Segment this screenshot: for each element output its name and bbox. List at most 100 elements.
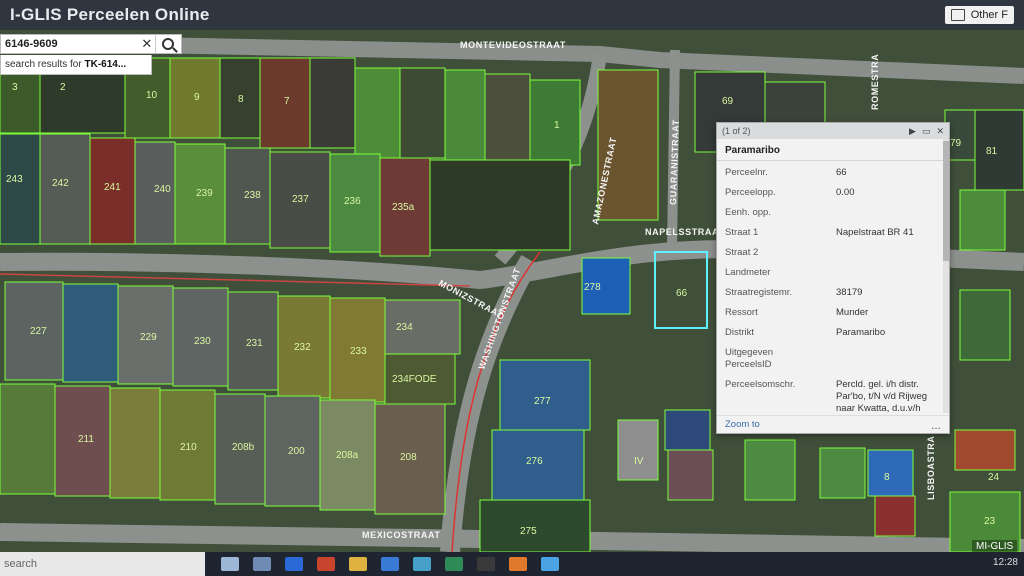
attr-value: Napelstraat BR 41 [836,227,914,238]
attr-value: 0.00 [836,187,855,198]
parcel-number: 81 [986,146,998,157]
popup-title: Paramaribo [717,139,949,161]
parcel-number: 2 [60,82,66,93]
parcel-number: 240 [154,184,171,195]
street-label-montevideo: MONTEVIDEOSTRAAT [460,40,566,50]
parcel-number: 243 [6,174,23,185]
app-icon[interactable] [509,557,527,571]
app-icon[interactable] [541,557,559,571]
edge-icon[interactable] [285,557,303,571]
clear-search-button[interactable]: ✕ [139,36,155,52]
parcel-number: 9 [194,92,200,103]
taskbar-search[interactable]: search [0,552,205,576]
parcel-number: 8 [238,94,244,105]
close-icon[interactable]: ✕ [936,126,944,137]
clock: 12:28 [992,557,1018,568]
attr-key: Distrikt [725,327,755,338]
table-row: Perceelnr. 66 [717,163,949,183]
folder-icon [950,9,965,21]
popup-header-bar: (1 of 2) ▶ ▭ ✕ [717,123,949,139]
attr-key: Straat 1 [725,227,759,238]
app-icon[interactable] [477,557,495,571]
search-button[interactable] [154,34,181,54]
parcel-number: 66 [676,288,688,299]
parcel-number: 24 [988,472,1000,483]
parcel-number: 237 [292,194,309,205]
other-favorites-button[interactable]: Other F [944,6,1014,24]
parcel-popup: (1 of 2) ▶ ▭ ✕ Paramaribo Perceelnr. 66 P… [716,122,950,434]
parcel-number: 239 [196,188,213,199]
parcel-number: 7 [284,96,290,107]
parcel-number: 23 [984,516,996,527]
parcel-number: 236 [344,196,361,207]
browser-icon[interactable] [381,557,399,571]
parcel-block-fourth [0,383,446,515]
parcel-number: 234FODE [392,374,437,385]
search-input[interactable] [1,38,139,50]
parcel-number: 242 [52,178,69,189]
attr-value [828,203,949,223]
popup-controls: ▶ ▭ ✕ [909,126,944,137]
search-icon [162,38,175,50]
attr-value [828,263,949,283]
table-row: Perceelopp. 0.00 [717,183,949,203]
powerpoint-icon[interactable] [317,557,335,571]
parcel-number: 238 [244,190,261,201]
task-view-icon[interactable] [253,557,271,571]
attr-value [828,343,949,375]
parcel-number: 275 [520,526,537,537]
file-explorer-icon[interactable] [349,557,367,571]
app-header: I-GLIS Perceelen Online Other F [0,0,1024,30]
parcel-number: 232 [294,342,311,353]
parcel-number: 69 [722,96,734,107]
search-box: ✕ [0,34,182,54]
table-row: Straat 1 Napelstraat BR 41 [717,223,949,243]
street-label-lisboa: LISBOASTRA [926,436,936,501]
popup-scroll-thumb[interactable] [943,141,949,261]
parcel-number: 208b [232,442,255,453]
attr-value: 38179 [836,287,863,298]
parcel-number: 200 [288,446,305,457]
parcel-number: 241 [104,182,121,193]
next-feature-icon[interactable]: ▶ [909,126,916,137]
attr-value [828,243,949,263]
street-label-mexico: MEXICOSTRAAT [362,530,441,540]
parcel-number: IV [634,456,644,467]
parcel-number: 8 [884,472,890,483]
suggestion-prefix: search results for [5,59,85,70]
table-row: Eenh. opp. [717,203,949,223]
parcel-number: 233 [350,346,367,357]
attr-key: Eenh. opp. [725,207,771,218]
attr-key: Perceelopp. [725,187,776,198]
attr-key: Uitgegeven PerceelsID [725,347,774,370]
taskbar-icons [221,557,559,571]
excel-icon[interactable] [445,557,463,571]
parcel-number: 278 [584,282,601,293]
attr-key: Landmeter [725,267,771,278]
parcel-number: 230 [194,336,211,347]
more-options-icon[interactable]: ... [931,418,941,432]
zoom-to-link[interactable]: Zoom to [725,419,760,430]
windows-search-icon[interactable] [221,557,239,571]
other-favorites-label: Other F [970,9,1008,21]
attr-value: Munder [836,307,869,318]
parcel-number: 208 [400,452,417,463]
street-label-napels: NAPELSSTRAAT [645,227,725,237]
attr-value: Paramaribo [836,327,886,338]
table-row: Uitgegeven PerceelsID [717,343,949,375]
attr-key: Ressort [725,307,758,318]
parcel-number: 229 [140,332,157,343]
attr-key: Perceelnr. [725,167,768,178]
maximize-icon[interactable]: ▭ [922,126,931,137]
attr-key: Straatregistemr. [725,287,793,298]
app-icon[interactable] [413,557,431,571]
parcel-number: 210 [180,442,197,453]
popup-counter: (1 of 2) [722,126,751,136]
parcel-number: 79 [950,138,962,149]
popup-footer: Zoom to ... [717,415,949,433]
parcel-number: 208a [336,450,359,461]
search-suggestion[interactable]: search results for TK-614... [0,55,152,75]
street-label-rome: ROMESTRA [870,54,880,110]
attr-key: Straat 2 [725,247,759,258]
table-row: Distrikt Paramaribo [717,323,949,343]
